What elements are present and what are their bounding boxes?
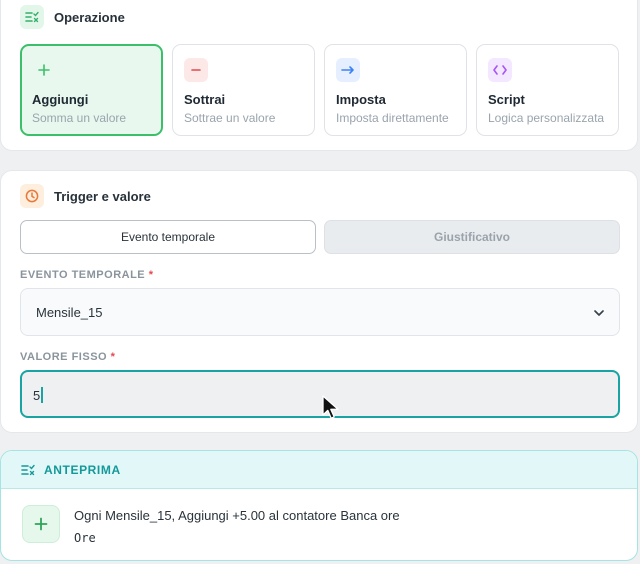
value-input-value: 5 — [33, 388, 41, 403]
tab-giustificativo[interactable]: Giustificativo — [324, 220, 620, 254]
trigger-header: Trigger e valore — [20, 184, 151, 208]
operation-option-aggiungi[interactable]: Aggiungi Somma un valore — [20, 44, 163, 136]
preview-card: ANTEPRIMA Ogni Mensile_15, Aggiungi +5.0… — [0, 450, 638, 561]
plus-icon — [22, 505, 60, 543]
preview-header: ANTEPRIMA — [1, 451, 637, 489]
option-label: Imposta — [336, 92, 386, 107]
tab-evento-temporale[interactable]: Evento temporale — [20, 220, 316, 254]
event-select[interactable]: Mensile_15 — [20, 288, 620, 336]
trigger-title: Trigger e valore — [54, 188, 151, 204]
trigger-card: Trigger e valore Evento temporale Giusti… — [0, 170, 638, 433]
option-description: Somma un valore — [32, 111, 127, 125]
preview-description: Ogni Mensile_15, Aggiungi +5.00 al conta… — [74, 508, 400, 523]
list-check-icon — [21, 463, 35, 481]
option-label: Script — [488, 92, 525, 107]
operation-option-imposta[interactable]: Imposta Imposta direttamente — [324, 44, 467, 136]
preview-unit: Ore — [74, 531, 96, 545]
preview-title: ANTEPRIMA — [44, 463, 121, 477]
chevron-down-icon — [593, 306, 605, 324]
operation-option-script[interactable]: Script Logica personalizzata — [476, 44, 619, 136]
operation-header: Operazione — [20, 5, 125, 29]
clock-icon — [20, 184, 44, 208]
plus-icon — [32, 58, 56, 82]
option-description: Imposta direttamente — [336, 111, 449, 125]
arrow-right-icon — [336, 58, 360, 82]
value-label-text: VALORE FISSO — [20, 351, 108, 363]
required-mark: * — [110, 351, 116, 363]
required-mark: * — [148, 269, 154, 281]
minus-icon — [184, 58, 208, 82]
option-label: Sottrai — [184, 92, 226, 107]
event-field-label: EVENTO TEMPORALE * — [20, 269, 154, 281]
mouse-cursor-icon — [322, 395, 339, 419]
event-select-value: Mensile_15 — [36, 305, 103, 320]
operation-title: Operazione — [54, 9, 125, 25]
value-input[interactable]: 5 — [20, 370, 620, 418]
operation-card: Operazione Aggiungi Somma un valore Sott… — [0, 0, 638, 151]
event-label-text: EVENTO TEMPORALE — [20, 269, 146, 281]
value-field-label: VALORE FISSO * — [20, 351, 115, 363]
code-icon — [488, 58, 512, 82]
option-label: Aggiungi — [32, 92, 89, 107]
operation-option-sottrai[interactable]: Sottrai Sottrae un valore — [172, 44, 315, 136]
text-caret — [41, 387, 43, 403]
option-description: Logica personalizzata — [488, 111, 605, 125]
value-input-text: 5 — [33, 387, 43, 403]
list-check-icon — [20, 5, 44, 29]
option-description: Sottrae un valore — [184, 111, 276, 125]
